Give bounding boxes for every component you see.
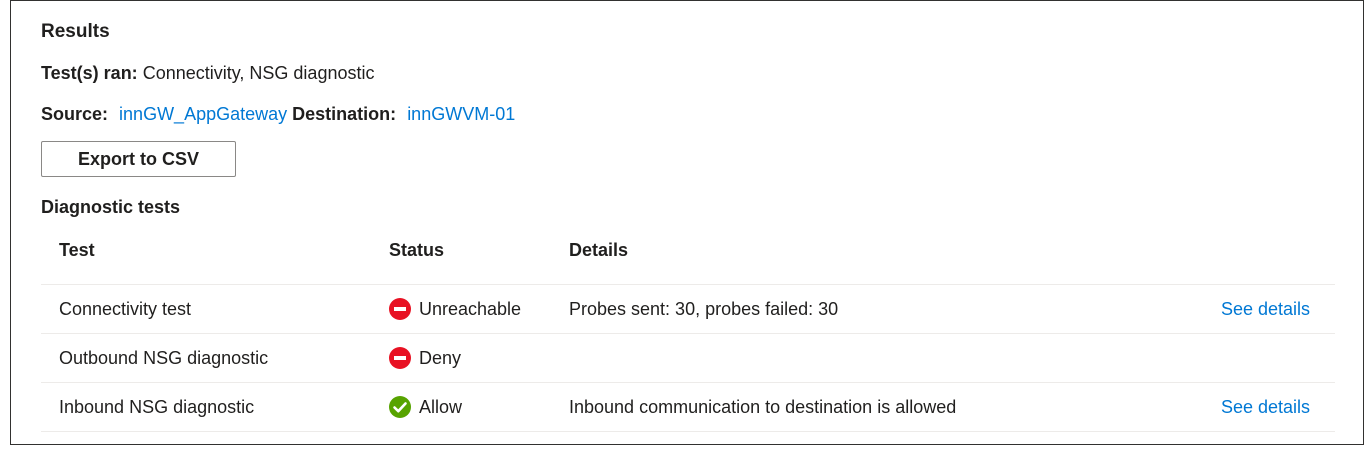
destination-label: Destination:	[292, 104, 397, 124]
table-row: Outbound NSG diagnostic Deny	[41, 334, 1335, 383]
tests-ran-line: Test(s) ran: Connectivity, NSG diagnosti…	[41, 61, 374, 85]
row-test-name: Outbound NSG diagnostic	[59, 348, 269, 368]
row-status-label: Allow	[419, 397, 463, 417]
column-header-test: Test	[59, 240, 95, 260]
tests-ran-label: Test(s) ran:	[41, 63, 138, 83]
see-details-link[interactable]: See details	[1221, 395, 1310, 419]
row-test-name: Inbound NSG diagnostic	[59, 397, 255, 417]
column-header-details: Details	[569, 240, 629, 260]
table-row: Inbound NSG diagnostic Allow Inbound com…	[41, 383, 1335, 432]
row-status: Allow	[389, 395, 462, 419]
check-circle-icon	[389, 396, 411, 418]
row-status: Unreachable	[389, 297, 521, 321]
row-details: Inbound communication to destination is …	[569, 397, 957, 417]
row-test-name: Connectivity test	[59, 299, 192, 319]
blocked-icon	[389, 347, 411, 369]
row-status: Deny	[389, 346, 461, 370]
column-header-status: Status	[389, 240, 445, 260]
blocked-icon	[389, 298, 411, 320]
source-link[interactable]: innGW_AppGateway	[119, 104, 287, 124]
destination-link[interactable]: innGWVM-01	[407, 104, 515, 124]
row-status-label: Unreachable	[419, 299, 522, 319]
diagnostic-tests-heading: Diagnostic tests	[41, 197, 181, 217]
diagnostic-tests-table: Test Status Details Connectivity test Un…	[41, 230, 1335, 432]
row-details: Probes sent: 30, probes failed: 30	[569, 299, 839, 319]
see-details-link[interactable]: See details	[1221, 297, 1310, 321]
tests-ran-value: Connectivity, NSG diagnostic	[142, 63, 375, 83]
source-destination-line: Source: innGW_AppGateway Destination: in…	[41, 102, 515, 126]
table-row: Connectivity test Unreachable Probes sen…	[41, 285, 1335, 334]
source-label: Source:	[41, 104, 109, 124]
row-status-label: Deny	[419, 348, 462, 368]
results-heading: Results	[41, 21, 110, 42]
table-header: Test Status Details	[41, 230, 1335, 285]
export-to-csv-button[interactable]: Export to CSV	[41, 141, 236, 177]
